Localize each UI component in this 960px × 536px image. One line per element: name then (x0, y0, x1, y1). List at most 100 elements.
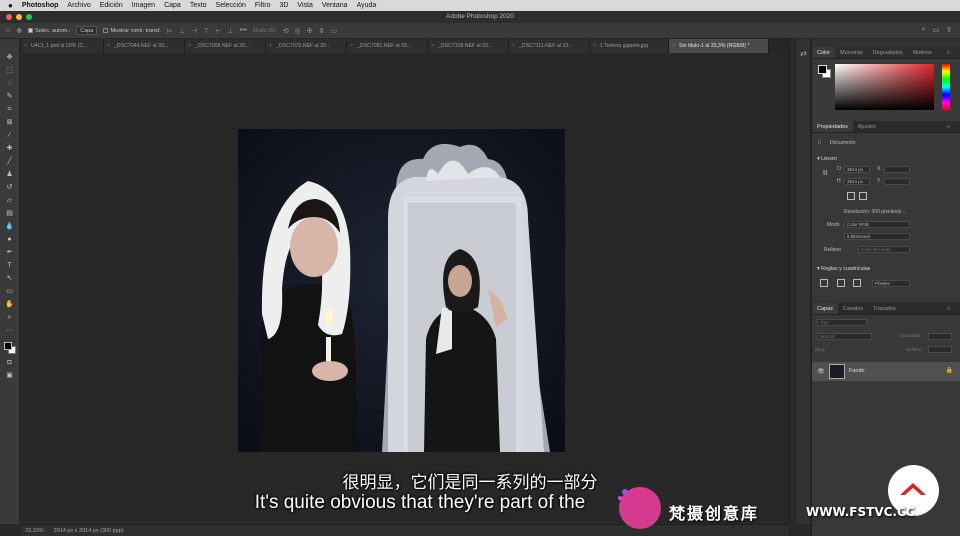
roll-3d-icon[interactable]: ◎ (295, 27, 301, 35)
home-icon[interactable]: ⌂ (6, 27, 10, 34)
doc-tab-active[interactable]: × Sin título-1 al 33,3% (RGB/8) * (669, 39, 769, 53)
layer-kind-filter[interactable]: Tipo (817, 319, 867, 326)
search-icon[interactable]: ⌕ (922, 26, 926, 34)
share-icon[interactable]: ⇪ (946, 26, 952, 34)
dodge-tool-icon[interactable]: ● (5, 235, 15, 244)
panel-menu-icon[interactable]: ≡ (942, 121, 955, 133)
auto-select-checkbox[interactable]: Selec. autom.: (28, 28, 70, 34)
marquee-tool-icon[interactable]: ⬚ (5, 66, 15, 75)
menu-filtro[interactable]: Filtro (255, 2, 271, 9)
panel-menu-icon[interactable]: ≡ (942, 47, 955, 59)
arrange-panels-icon[interactable]: ⇄ (796, 49, 811, 58)
crop-tool-icon[interactable]: ⌗ (5, 105, 15, 114)
history-brush-icon[interactable]: ↺ (5, 183, 15, 192)
layer-row[interactable]: 👁 Fondo 🔒 (812, 362, 960, 381)
canvas-area[interactable] (21, 53, 789, 523)
height-field[interactable]: 3914 px (844, 178, 870, 185)
color-picker-field[interactable] (835, 64, 934, 110)
lock-icon[interactable]: 🔒 (946, 367, 953, 374)
panel-menu-icon[interactable]: ≡ (942, 303, 955, 315)
doc-tab[interactable]: × _DSC7008.NEF al 33... (185, 39, 266, 53)
doc-tab[interactable]: × 1 Textura gigante.jpg (590, 39, 669, 53)
tab-adjustments[interactable]: Ajustes (853, 121, 881, 132)
close-tab-icon[interactable]: × (269, 39, 272, 53)
brush-tool-icon[interactable]: ╱ (5, 157, 15, 166)
move-tool-icon[interactable]: ✥ (16, 27, 22, 35)
tab-channels[interactable]: Canales (838, 303, 868, 314)
tab-layers[interactable]: Capas (812, 303, 838, 314)
apple-icon[interactable]: ● (8, 1, 13, 10)
close-tab-icon[interactable]: × (350, 39, 353, 53)
healing-brush-icon[interactable]: ✚ (5, 144, 15, 153)
close-tab-icon[interactable]: × (24, 39, 27, 53)
blend-mode-dropdown[interactable]: Normal (817, 333, 872, 340)
foreground-color[interactable] (3, 341, 12, 350)
quick-mask-icon[interactable]: ◘ (5, 358, 15, 367)
close-tab-icon[interactable]: × (107, 39, 110, 53)
align-middle-icon[interactable]: ⊢ (215, 27, 221, 35)
visibility-eye-icon[interactable]: 👁 (817, 368, 825, 375)
tab-swatches[interactable]: Muestras (835, 47, 868, 58)
tab-paths[interactable]: Trazados (868, 303, 901, 314)
auto-select-dropdown[interactable]: Capa (76, 26, 98, 35)
drag-3d-icon[interactable]: ✣ (307, 27, 313, 35)
x-field[interactable] (884, 166, 910, 173)
depth-dropdown[interactable]: 8 bits/canal (844, 233, 910, 240)
color-swatches[interactable] (3, 341, 17, 355)
menu-vista[interactable]: Vista (297, 2, 312, 9)
zoom-window-button[interactable] (26, 14, 32, 20)
doc-tab[interactable]: × _DSC7111.NEF al 33... (509, 39, 590, 53)
menu-3d[interactable]: 3D (279, 2, 288, 9)
path-select-icon[interactable]: ↖ (5, 274, 15, 283)
orientation-portrait-icon[interactable] (847, 192, 855, 200)
fill-dropdown[interactable]: Color de fondo (858, 246, 910, 253)
eyedropper-tool-icon[interactable]: ⁄ (5, 131, 15, 140)
layer-name[interactable]: Fondo (849, 368, 865, 374)
doc-tab[interactable]: × _DSC7109.NEF al 33... (428, 39, 509, 53)
foreground-color[interactable] (818, 65, 827, 74)
align-left-icon[interactable]: ⊨ (167, 27, 173, 35)
menu-seleccion[interactable]: Selección (216, 2, 246, 9)
align-top-icon[interactable]: ⊤ (203, 27, 209, 35)
close-tab-icon[interactable]: × (431, 39, 434, 53)
menu-app-name[interactable]: Photoshop (22, 2, 59, 9)
document-canvas[interactable] (238, 129, 565, 452)
gradient-tool-icon[interactable]: ▤ (5, 209, 15, 218)
move-tool-icon[interactable]: ✥ (5, 53, 15, 62)
hue-slider[interactable] (942, 64, 950, 110)
doc-tab[interactable]: × _DSC7075.NEF al 33... (266, 39, 347, 53)
menu-capa[interactable]: Capa (164, 2, 181, 9)
blur-tool-icon[interactable]: 💧 (5, 222, 15, 231)
y-field[interactable] (884, 178, 910, 185)
width-field[interactable]: 3914 px (844, 166, 870, 173)
doc-tab[interactable]: × U4L3_1.psd al 50% (C... (21, 39, 104, 53)
menu-imagen[interactable]: Imagen (132, 2, 155, 9)
rulers-section-header[interactable]: ▾ Reglas y cuadrículas (817, 266, 870, 272)
close-tab-icon[interactable]: × (593, 39, 596, 53)
transform-controls-checkbox[interactable]: Mostrar contr. transf. (103, 28, 161, 34)
tab-color[interactable]: Color (812, 47, 836, 58)
close-window-button[interactable] (6, 14, 12, 20)
type-tool-icon[interactable]: T (5, 261, 15, 270)
mode-dropdown[interactable]: Color RGB (844, 221, 910, 228)
video-camera-icon[interactable]: ▭ (330, 27, 337, 35)
rotate-3d-icon[interactable]: ⟲ (283, 27, 289, 35)
close-tab-icon[interactable]: × (188, 39, 191, 53)
align-bottom-icon[interactable]: ⊥ (227, 27, 233, 35)
menu-ventana[interactable]: Ventana (322, 2, 348, 9)
guides-icon[interactable] (853, 279, 861, 287)
doc-tab[interactable]: × _DSC7081.NEF al 33... (347, 39, 428, 53)
slide-3d-icon[interactable]: ⇕ (319, 27, 325, 35)
quick-select-tool-icon[interactable]: ✎ (5, 92, 15, 101)
screen-mode-icon[interactable]: ▣ (5, 371, 15, 380)
grid-icon[interactable] (837, 279, 845, 287)
rectangle-tool-icon[interactable]: ▭ (5, 287, 15, 296)
align-right-icon[interactable]: ⊣ (191, 27, 197, 35)
link-dimensions-icon[interactable]: ⛓ (822, 170, 828, 176)
menu-texto[interactable]: Texto (190, 2, 207, 9)
ruler-unit-dropdown[interactable]: Píxeles (872, 280, 910, 287)
zoom-level[interactable]: 33,33% (25, 528, 44, 534)
menu-archivo[interactable]: Archivo (67, 2, 90, 9)
canvas-section-header[interactable]: ▾ Lienzo (817, 156, 837, 162)
frame-tool-icon[interactable]: ⊠ (5, 118, 15, 127)
